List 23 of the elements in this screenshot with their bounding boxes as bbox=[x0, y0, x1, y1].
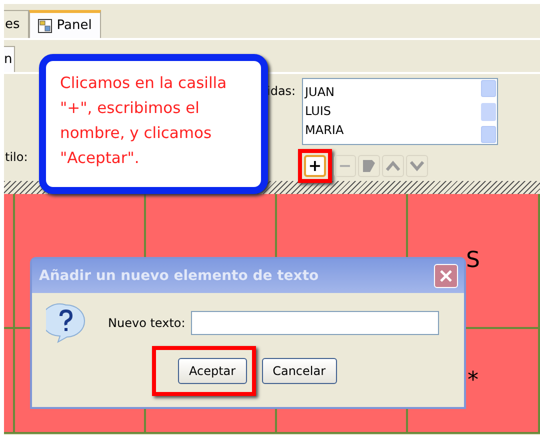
field-label: Nuevo texto: bbox=[108, 315, 186, 332]
callout-note: Clicamos en la casilla "+", escribimos el nombre, y clicamos "Aceptar". bbox=[39, 54, 268, 194]
question-icon bbox=[46, 303, 86, 343]
cancel-button[interactable]: Cancelar bbox=[262, 358, 337, 384]
add-button[interactable]: + bbox=[304, 155, 326, 177]
list-box[interactable]: JUAN LUIS MARIA bbox=[302, 78, 498, 145]
text-field[interactable] bbox=[191, 311, 440, 335]
dialog-title: Añadir un nuevo elemento de texto bbox=[39, 266, 319, 286]
ok-button[interactable]: Aceptar bbox=[178, 358, 247, 384]
list-item[interactable]: MARIA bbox=[305, 121, 478, 140]
tab[interactable]: n bbox=[4, 46, 16, 72]
board-symbol: * bbox=[468, 367, 478, 395]
panel-icon bbox=[38, 18, 52, 32]
close-button[interactable] bbox=[434, 264, 458, 288]
tab[interactable]: Panel bbox=[28, 10, 101, 38]
list-item[interactable]: JUAN bbox=[305, 83, 478, 102]
close-icon bbox=[439, 269, 453, 283]
tab[interactable]: es bbox=[4, 10, 29, 38]
edit-icon bbox=[361, 158, 377, 174]
list-item[interactable]: LUIS bbox=[305, 102, 478, 121]
scroll-bar[interactable] bbox=[480, 79, 497, 144]
board-symbol: S bbox=[466, 247, 480, 275]
field-label: tilo: bbox=[5, 150, 28, 164]
